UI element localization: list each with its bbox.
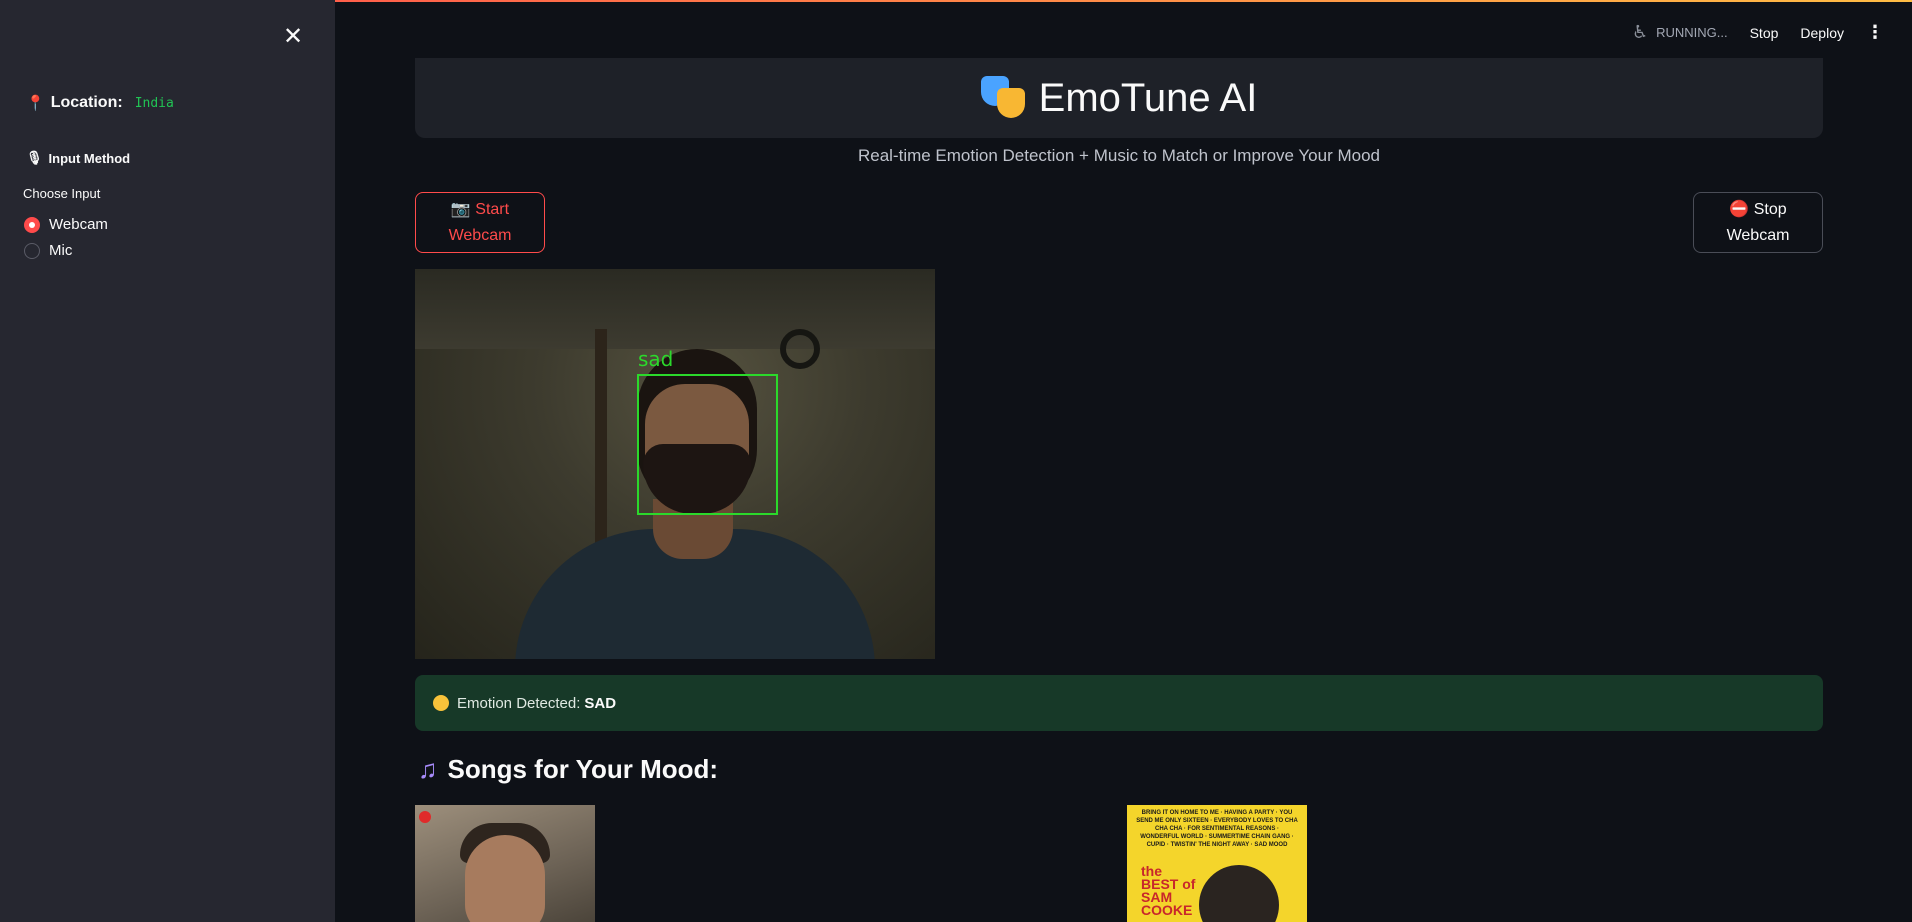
toolbar: ♿ RUNNING... Stop Deploy ⋮ <box>1632 22 1884 43</box>
webcam-feed: sad <box>415 269 935 659</box>
start-webcam-button[interactable]: 📷 Start Webcam <box>415 192 545 253</box>
choose-input-label: Choose Input <box>23 186 101 201</box>
input-method-heading: 🎙 Input Method <box>26 150 130 166</box>
stop-webcam-label[interactable]: ⛔ Stop Webcam <box>1713 197 1803 249</box>
album-cover-1[interactable] <box>415 805 595 922</box>
location-label: Location: <box>50 94 123 111</box>
detected-emotion-overlay: sad <box>638 347 674 371</box>
album-2-title: the BEST of SAM COOKE <box>1141 863 1196 918</box>
page-subtitle: Real-time Emotion Detection + Music to M… <box>857 146 1381 165</box>
theater-masks-icon <box>980 76 1025 120</box>
stop-webcam-button[interactable]: ⛔ Stop Webcam <box>1693 192 1823 253</box>
emotion-prefix: Emotion Detected: <box>457 694 581 712</box>
radio-mic[interactable]: Mic <box>24 242 72 259</box>
radio-mic-label[interactable]: Mic <box>49 242 72 259</box>
more-options-icon[interactable]: ⋮ <box>1866 22 1884 43</box>
header-card: EmoTune AI <box>415 58 1823 138</box>
songs-heading: ♫ Songs for Your Mood: <box>418 754 718 785</box>
emotion-result-banner: Emotion Detected: SAD <box>415 675 1823 731</box>
running-status-text: RUNNING... <box>1656 25 1728 40</box>
start-webcam-label[interactable]: 📷 Start Webcam <box>435 197 525 249</box>
music-notes-icon: ♫ <box>418 754 438 784</box>
emotion-value: SAD <box>584 694 617 712</box>
album-2-tracklist: BRING IT ON HOME TO ME · HAVING A PARTY … <box>1136 810 1298 848</box>
pin-icon: 📍 <box>26 95 45 112</box>
input-method-label: Input Method <box>48 150 131 166</box>
microphone-icon: 🎙 <box>26 150 43 165</box>
stop-button[interactable]: Stop <box>1750 25 1779 41</box>
radio-webcam[interactable]: Webcam <box>24 216 108 233</box>
album-cover-2[interactable]: BRING IT ON HOME TO ME · HAVING A PARTY … <box>1127 805 1307 922</box>
running-status: ♿ RUNNING... <box>1632 22 1728 43</box>
location-value: India <box>134 95 174 111</box>
songs-heading-text: Songs for Your Mood: <box>447 754 719 784</box>
deploy-button[interactable]: Deploy <box>1800 25 1844 41</box>
running-man-icon: ♿ <box>1631 22 1649 42</box>
sidebar: ✕ 📍 Location: India 🎙 Input Method Choos… <box>0 0 335 922</box>
radio-mic-indicator[interactable] <box>24 242 40 259</box>
radio-webcam-indicator[interactable] <box>24 216 40 233</box>
page-title: EmoTune AI <box>1038 75 1258 120</box>
close-sidebar-icon[interactable]: ✕ <box>278 22 308 52</box>
face-bounding-box <box>637 374 778 515</box>
flushed-face-icon <box>433 695 449 711</box>
radio-webcam-label[interactable]: Webcam <box>49 216 108 233</box>
location-row: 📍 Location: India <box>26 94 174 112</box>
